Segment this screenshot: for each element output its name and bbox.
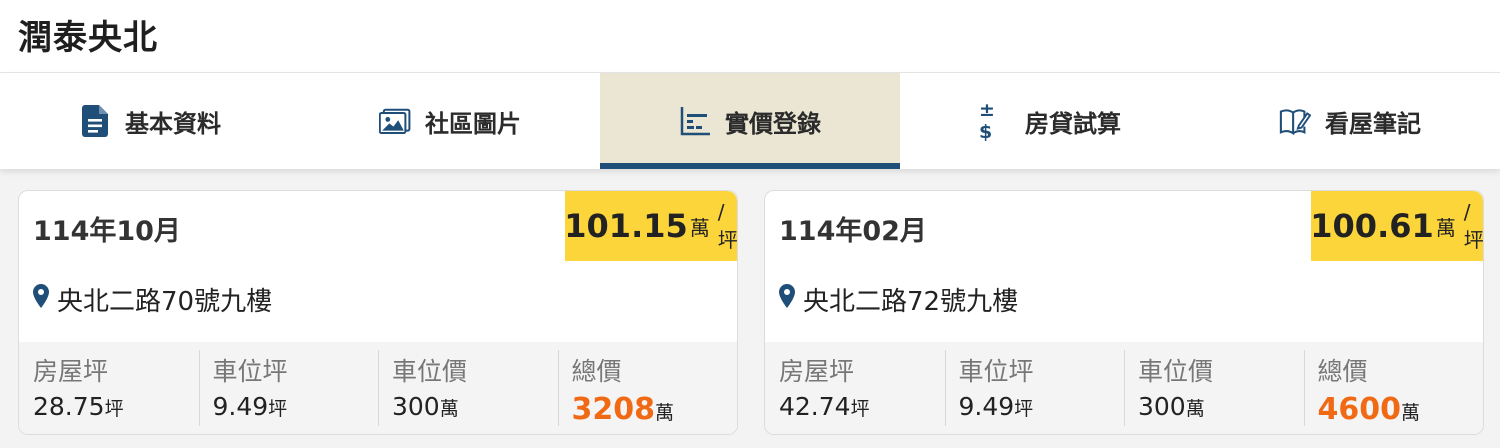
- total-price-stat: 總價 3208萬: [557, 342, 738, 434]
- unit: 萬: [655, 402, 675, 424]
- parking-area-value: 9.49: [958, 392, 1015, 421]
- stat-value: 42.74坪: [779, 392, 931, 421]
- parking-price-stat: 車位價 300萬: [1124, 342, 1304, 434]
- house-area-value: 42.74: [779, 392, 851, 421]
- house-area-stat: 房屋坪 42.74坪: [765, 342, 945, 434]
- price-unit: 萬: [1435, 215, 1456, 240]
- tab-bar: 基本資料 社區圖片 實價登錄 ±$ 房貸試算 看屋筆記: [0, 73, 1500, 169]
- stat-value: 300萬: [392, 392, 544, 421]
- price-suffix: /坪: [1463, 199, 1484, 252]
- tab-label: 實價登錄: [725, 109, 821, 138]
- unit: 萬: [1185, 398, 1205, 420]
- price-unit: 萬: [689, 215, 710, 240]
- stat-value: 4600萬: [1318, 392, 1470, 427]
- price-per-ping-value: 101.15: [564, 207, 688, 245]
- stat-value: 9.49坪: [959, 392, 1111, 421]
- parking-price-value: 300: [1138, 392, 1186, 421]
- transaction-card[interactable]: 114年10月 101.15 萬 /坪 央北二路70號九樓 房屋坪 28.75坪…: [18, 190, 738, 435]
- stat-label: 房屋坪: [779, 357, 855, 386]
- unit: 萬: [439, 398, 459, 420]
- unit: 坪: [104, 398, 124, 420]
- total-price-value: 3208: [571, 392, 656, 427]
- stat-value: 9.49坪: [213, 392, 365, 421]
- transaction-list: 114年10月 101.15 萬 /坪 央北二路70號九樓 房屋坪 28.75坪…: [18, 190, 1484, 435]
- total-price-value: 4600: [1317, 392, 1402, 427]
- stat-value: 300萬: [1138, 392, 1290, 421]
- parking-area-value: 9.49: [212, 392, 269, 421]
- tab-label: 房貸試算: [1025, 109, 1121, 138]
- parking-area-stat: 車位坪 9.49坪: [944, 342, 1125, 434]
- gallery-icon: [379, 105, 411, 137]
- location-pin-icon: [33, 284, 49, 315]
- app-header: 潤泰央北: [0, 0, 1500, 73]
- stat-value: 3208萬: [572, 392, 724, 427]
- notebook-edit-icon: [1279, 105, 1311, 137]
- tab-label: 看屋筆記: [1325, 109, 1421, 138]
- location-pin-icon: [779, 284, 795, 315]
- parking-area-stat: 車位坪 9.49坪: [198, 342, 379, 434]
- transaction-date: 114年10月: [33, 216, 181, 247]
- tab-price-records[interactable]: 實價登錄: [600, 73, 900, 169]
- document-icon: [79, 105, 111, 137]
- parking-price-value: 300: [392, 392, 440, 421]
- stat-label: 車位價: [392, 357, 468, 386]
- parking-price-stat: 車位價 300萬: [378, 342, 558, 434]
- page-title: 潤泰央北: [18, 18, 158, 58]
- unit: 萬: [1401, 402, 1421, 424]
- total-price-stat: 總價 4600萬: [1303, 342, 1484, 434]
- address-text: 央北二路72號九樓: [803, 287, 1019, 317]
- tab-label: 基本資料: [125, 109, 221, 138]
- plus-minus-dollar-icon: ±$: [979, 99, 997, 143]
- unit: 坪: [850, 398, 870, 420]
- address-text: 央北二路70號九樓: [57, 287, 273, 317]
- transaction-date: 114年02月: [779, 216, 927, 247]
- stats-row: 房屋坪 42.74坪 車位坪 9.49坪 車位價 300萬 總價 4600萬: [765, 342, 1483, 434]
- house-area-stat: 房屋坪 28.75坪: [19, 342, 199, 434]
- stat-label: 房屋坪: [33, 357, 109, 386]
- tab-viewing-notes[interactable]: 看屋筆記: [1200, 73, 1500, 169]
- tab-basic-info[interactable]: 基本資料: [0, 73, 300, 169]
- price-suffix: /坪: [717, 199, 738, 252]
- chart-icon: [679, 105, 711, 137]
- stat-label: 車位坪: [958, 357, 1034, 386]
- unit: 坪: [268, 398, 288, 420]
- house-area-value: 28.75: [33, 392, 105, 421]
- address-row: 央北二路70號九樓: [33, 281, 272, 318]
- price-per-ping-badge: 101.15 萬 /坪: [564, 191, 738, 261]
- transaction-card[interactable]: 114年02月 100.61 萬 /坪 央北二路72號九樓 房屋坪 42.74坪…: [764, 190, 1484, 435]
- stat-label: 車位坪: [212, 357, 288, 386]
- stat-label: 總價: [571, 357, 622, 386]
- price-per-ping-badge: 100.61 萬 /坪: [1310, 191, 1484, 261]
- address-row: 央北二路72號九樓: [779, 281, 1018, 318]
- stat-value: 28.75坪: [33, 392, 185, 421]
- stat-label: 車位價: [1138, 357, 1214, 386]
- tab-community-photos[interactable]: 社區圖片: [300, 73, 600, 169]
- tab-loan-calculator[interactable]: ±$ 房貸試算: [900, 73, 1200, 169]
- unit: 坪: [1014, 398, 1034, 420]
- tab-label: 社區圖片: [425, 109, 521, 138]
- stat-label: 總價: [1317, 357, 1368, 386]
- stats-row: 房屋坪 28.75坪 車位坪 9.49坪 車位價 300萬 總價 3208萬: [19, 342, 737, 434]
- price-per-ping-value: 100.61: [1310, 207, 1434, 245]
